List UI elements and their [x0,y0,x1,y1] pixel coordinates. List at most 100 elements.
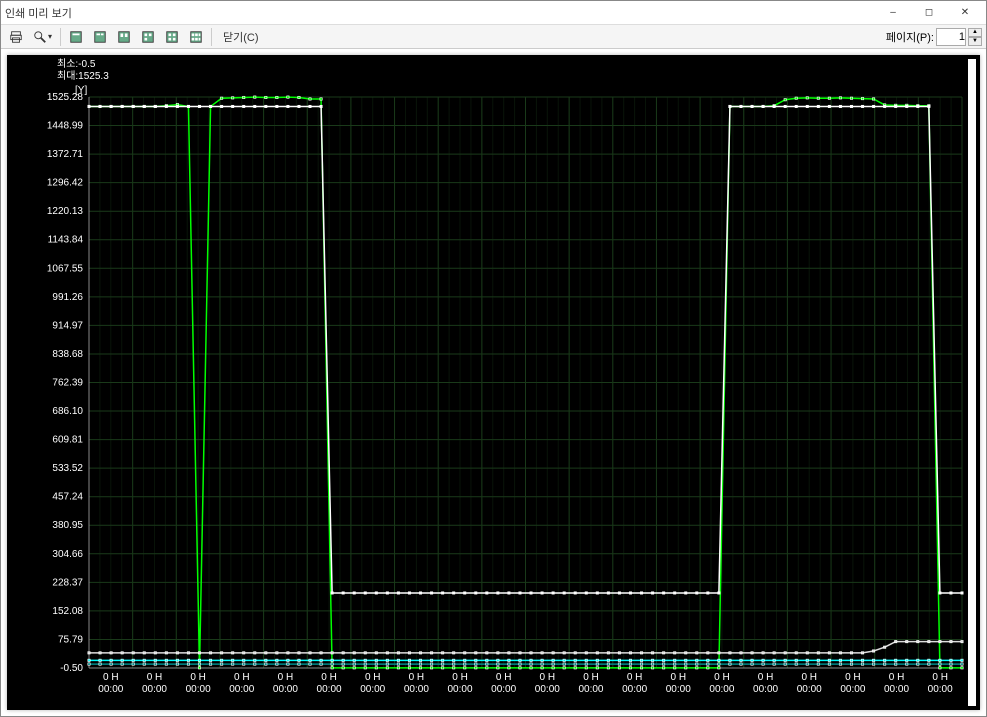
svg-text:0 H: 0 H [540,672,556,683]
svg-text:00:00: 00:00 [360,684,385,695]
svg-text:0 H: 0 H [190,672,206,683]
svg-text:0 H: 0 H [670,672,686,683]
page-spinner: ▲ ▼ [968,28,982,46]
page-number-input[interactable] [936,28,966,46]
svg-text:304.66: 304.66 [52,549,83,560]
svg-text:00:00: 00:00 [840,684,865,695]
page-spin-up-button[interactable]: ▲ [968,28,982,37]
svg-text:1067.55: 1067.55 [47,263,84,274]
svg-text:00:00: 00:00 [622,684,647,695]
svg-text:1296.42: 1296.42 [47,178,84,189]
svg-text:152.08: 152.08 [52,606,83,617]
dropdown-arrow-icon: ▾ [48,32,52,41]
svg-text:609.81: 609.81 [52,435,83,446]
svg-text:00:00: 00:00 [98,684,123,695]
page-spin-down-button[interactable]: ▼ [968,37,982,46]
svg-text:00:00: 00:00 [709,684,734,695]
toolbar-separator [211,28,212,46]
svg-text:0 H: 0 H [103,672,119,683]
svg-text:00:00: 00:00 [491,684,516,695]
max-label: 최대:1525.3 [57,71,109,83]
svg-text:1448.99: 1448.99 [47,121,84,132]
svg-text:00:00: 00:00 [404,684,429,695]
page-grid6-icon [189,30,203,44]
svg-text:00:00: 00:00 [884,684,909,695]
svg-text:0 H: 0 H [321,672,337,683]
svg-text:0 H: 0 H [409,672,425,683]
minimize-button[interactable]: – [876,3,910,23]
maximize-button[interactable]: ◻ [912,3,946,23]
svg-text:00:00: 00:00 [797,684,822,695]
svg-text:0 H: 0 H [583,672,599,683]
nav-next-button[interactable] [113,27,135,47]
svg-text:0 H: 0 H [889,672,905,683]
preview-sheet[interactable]: 1525.281448.991372.711296.421220.131143.… [7,55,980,710]
close-window-button[interactable]: ✕ [948,3,982,23]
svg-text:00:00: 00:00 [229,684,254,695]
page-grid4-icon [165,30,179,44]
svg-text:0 H: 0 H [365,672,381,683]
svg-text:0 H: 0 H [758,672,774,683]
svg-text:0 H: 0 H [714,672,730,683]
zoom-button[interactable]: ▾ [29,27,56,47]
svg-text:00:00: 00:00 [535,684,560,695]
chart-meta: 최소:-0.5 최대:1525.3 [57,59,109,83]
window-title: 인쇄 미리 보기 [5,5,876,21]
svg-text:914.97: 914.97 [52,320,83,331]
nav-first-button[interactable] [65,27,87,47]
min-label: 최소:-0.5 [57,59,109,71]
svg-text:1372.71: 1372.71 [47,149,84,160]
toolbar-separator [60,28,61,46]
nav-grid6-button[interactable] [185,27,207,47]
svg-text:0 H: 0 H [627,672,643,683]
nav-prev-button[interactable] [89,27,111,47]
svg-text:0 H: 0 H [147,672,163,683]
nav-grid4-button[interactable] [161,27,183,47]
chart-plot: 1525.281448.991372.711296.421220.131143.… [11,59,976,706]
svg-text:457.24: 457.24 [52,492,83,503]
page-next-icon [117,30,131,44]
titlebar: 인쇄 미리 보기 – ◻ ✕ [1,1,986,25]
svg-text:380.95: 380.95 [52,520,83,531]
svg-text:228.37: 228.37 [52,577,83,588]
svg-text:686.10: 686.10 [52,406,83,417]
svg-text:00:00: 00:00 [142,684,167,695]
svg-text:1143.84: 1143.84 [48,235,84,246]
print-button[interactable] [5,27,27,47]
svg-text:00:00: 00:00 [753,684,778,695]
close-preview-button[interactable]: 닫기(C) [216,27,266,47]
page-selector: 페이지(P): ▲ ▼ [886,28,982,46]
magnifier-icon [33,30,47,44]
svg-text:00:00: 00:00 [186,684,211,695]
svg-text:838.68: 838.68 [52,349,83,360]
page-label: 페이지(P): [886,29,934,45]
window-buttons: – ◻ ✕ [876,3,982,23]
svg-text:0 H: 0 H [496,672,512,683]
svg-text:533.52: 533.52 [52,463,83,474]
nav-last-button[interactable] [137,27,159,47]
svg-text:00:00: 00:00 [273,684,298,695]
svg-text:762.39: 762.39 [52,378,83,389]
svg-text:0 H: 0 H [801,672,817,683]
svg-text:0 H: 0 H [932,672,948,683]
svg-text:00:00: 00:00 [317,684,342,695]
svg-text:0 H: 0 H [452,672,468,683]
y-axis-label: [Y] [75,85,87,96]
svg-text:00:00: 00:00 [578,684,603,695]
svg-text:00:00: 00:00 [928,684,953,695]
svg-text:991.26: 991.26 [52,292,83,303]
toolbar: ▾ 닫기(C) 페이지(P): ▲ ▼ [1,25,986,49]
svg-text:0 H: 0 H [845,672,861,683]
svg-text:1220.13: 1220.13 [47,206,84,217]
page-first-icon [69,30,83,44]
svg-text:00:00: 00:00 [666,684,691,695]
svg-text:75.79: 75.79 [58,634,83,645]
svg-text:0 H: 0 H [234,672,250,683]
printer-icon [9,30,23,44]
page-prev-icon [93,30,107,44]
svg-text:00:00: 00:00 [448,684,473,695]
svg-text:-0.50: -0.50 [60,663,83,674]
svg-text:0 H: 0 H [278,672,294,683]
preview-content: 1525.281448.991372.711296.421220.131143.… [1,49,986,716]
page-last-icon [141,30,155,44]
